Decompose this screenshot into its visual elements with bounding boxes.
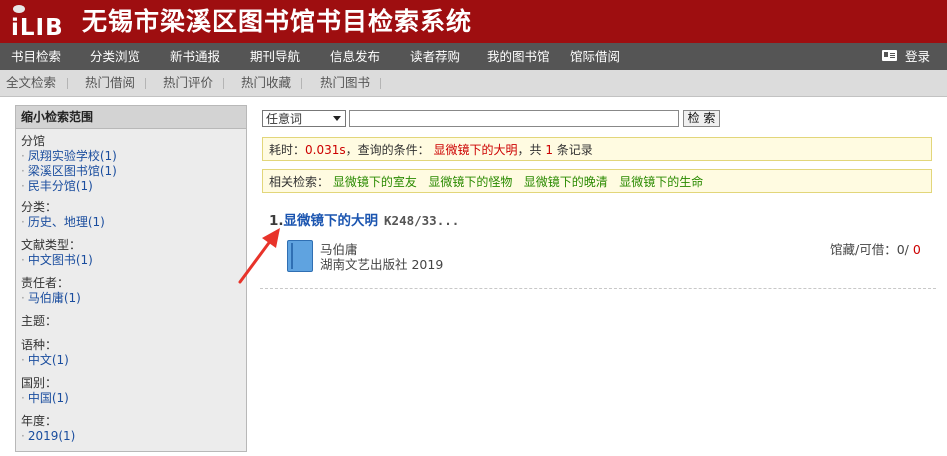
site-header: iLIB 无锡市梁溪区图书馆书目检索系统 (0, 0, 947, 43)
facet-option[interactable]: · 马伯庸(1) (21, 291, 81, 306)
search-field-value: 任意词 (266, 112, 303, 126)
query-time: 0.031s (305, 143, 346, 157)
sidebar-heading: 缩小检索范围 (16, 106, 246, 129)
facet-option[interactable]: · 梁溪区图书馆(1) (21, 164, 117, 179)
subnav-divider (145, 78, 146, 89)
related-link[interactable]: 显微镜下的生命 (619, 175, 703, 189)
book-icon (287, 240, 313, 272)
facet-doc-type: 文献类型： · 中文图书(1) (21, 238, 93, 268)
result-title-link[interactable]: 显微镜下的大明 (284, 213, 379, 229)
nav-item-journals[interactable]: 期刊导航 (250, 43, 300, 70)
subnav-hot-collect[interactable]: 热门收藏 (241, 70, 291, 96)
facet-classification: 分类： · 历史、地理(1) (21, 200, 105, 230)
nav-item-announcements[interactable]: 信息发布 (330, 43, 380, 70)
nav-item-interlibrary[interactable]: 馆际借阅 (570, 43, 620, 70)
available-count: 0 (912, 242, 921, 257)
ilib-logo[interactable]: iLIB (9, 5, 75, 41)
facet-label: 国别： (21, 376, 58, 390)
subnav-hot-borrow[interactable]: 热门借阅 (85, 70, 135, 96)
facet-year: 年度： · 2019(1) (21, 414, 75, 444)
result-title-row: 1.显微镜下的大明 K248/33... (269, 209, 459, 229)
related-link[interactable]: 显微镜下的室友 (333, 175, 417, 189)
holdings-count: 0 (896, 242, 905, 257)
facet-label: 主题： (21, 314, 58, 328)
subnav-divider (223, 78, 224, 89)
related-link[interactable]: 显微镜下的怪物 (428, 175, 512, 189)
facet-author: 责任者： · 马伯庸(1) (21, 276, 81, 306)
main-nav: 书目检索 分类浏览 新书通报 期刊导航 信息发布 读者荐购 我的图书馆 馆际借阅… (0, 43, 947, 70)
facet-option[interactable]: · 历史、地理(1) (21, 215, 105, 230)
subnav-fulltext[interactable]: 全文检索 (6, 70, 56, 96)
facet-option[interactable]: · 2019(1) (21, 429, 75, 444)
sub-nav: 全文检索 热门借阅 热门评价 热门收藏 热门图书 (0, 70, 947, 97)
search-button[interactable]: 检 索 (683, 110, 720, 127)
facet-country: 国别： · 中国(1) (21, 376, 69, 406)
related-label: 相关检索： (269, 175, 330, 189)
facet-subject: 主题： (21, 314, 57, 329)
logo-text: iLIB (11, 15, 64, 41)
facet-option[interactable]: · 中国(1) (21, 391, 69, 406)
query-condition: 显微镜下的大明 (433, 143, 518, 157)
chevron-down-icon (333, 116, 341, 121)
facet-option[interactable]: · 凤翔实验学校(1) (21, 149, 117, 164)
query-info-box: 耗时：0.031s，查询的条件： 显微镜下的大明，共 1 条记录 (262, 137, 932, 161)
result-divider (260, 288, 936, 289)
call-number: K248/33... (384, 213, 460, 228)
result-count: 1 (545, 143, 553, 157)
holdings-availability: 馆藏/可借：0/ 0 (830, 242, 921, 257)
result-publisher: 湖南文艺出版社 2019 (320, 257, 444, 272)
facet-branch: 分馆 · 凤翔实验学校(1) · 梁溪区图书馆(1) · 民丰分馆(1) (21, 134, 117, 194)
refine-sidebar: 缩小检索范围 分馆 · 凤翔实验学校(1) · 梁溪区图书馆(1) · 民丰分馆(1)… (15, 105, 247, 452)
nav-item-catalog-search[interactable]: 书目检索 (11, 43, 61, 70)
subnav-divider (380, 78, 381, 89)
facet-label: 语种： (21, 338, 58, 352)
nav-item-browse[interactable]: 分类浏览 (90, 43, 140, 70)
nav-item-new-books[interactable]: 新书通报 (170, 43, 220, 70)
facet-option[interactable]: · 民丰分馆(1) (21, 179, 117, 194)
related-link[interactable]: 显微镜下的晚清 (524, 175, 608, 189)
login-link[interactable]: 登录 (881, 43, 930, 70)
login-label: 登录 (904, 49, 930, 64)
facet-option[interactable]: · 中文(1) (21, 353, 69, 368)
facet-option[interactable]: · 中文图书(1) (21, 253, 93, 268)
facet-label: 年度： (21, 414, 58, 428)
subnav-divider (67, 78, 68, 89)
subnav-hot-books[interactable]: 热门图书 (320, 70, 370, 96)
subnav-hot-review[interactable]: 热门评价 (163, 70, 213, 96)
annotation-arrow-icon (238, 228, 280, 284)
nav-item-recommend[interactable]: 读者荐购 (410, 43, 460, 70)
search-input[interactable] (349, 110, 679, 127)
nav-item-my-library[interactable]: 我的图书馆 (487, 43, 550, 70)
id-card-icon (881, 50, 897, 61)
subnav-divider (301, 78, 302, 89)
facet-language: 语种： · 中文(1) (21, 338, 69, 368)
related-search-box: 相关检索： 显微镜下的室友 显微镜下的怪物 显微镜下的晚清 显微镜下的生命 (262, 169, 932, 193)
logo-dot (13, 5, 25, 13)
search-field-select[interactable]: 任意词 (262, 110, 346, 127)
facet-label: 分馆 (21, 134, 46, 148)
facet-label: 文献类型： (21, 238, 82, 252)
facet-label: 责任者： (21, 276, 70, 290)
system-title: 无锡市梁溪区图书馆书目检索系统 (82, 7, 473, 36)
facet-label: 分类： (21, 200, 58, 214)
